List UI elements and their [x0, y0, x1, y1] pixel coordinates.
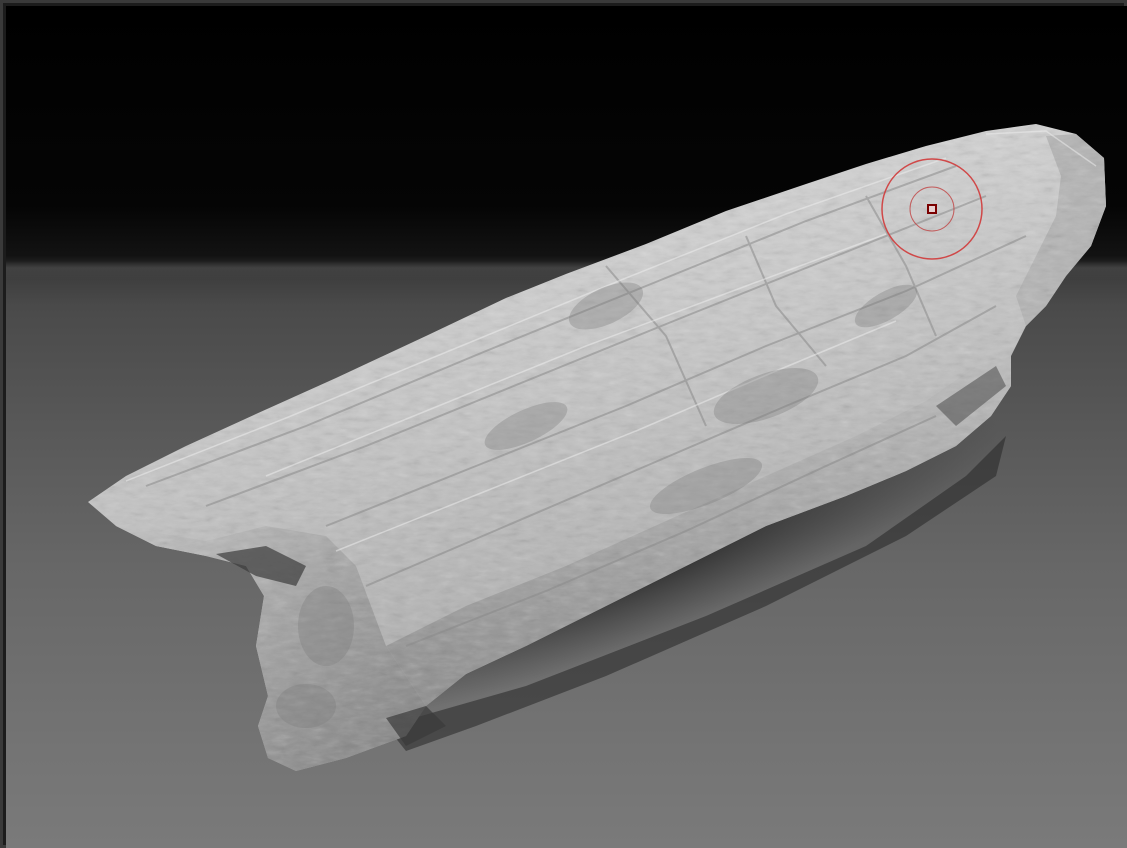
brush-center-dot — [927, 204, 937, 214]
rock-surface-detail — [88, 124, 1106, 771]
rock-model[interactable] — [6, 6, 1127, 848]
sculpt-viewport[interactable] — [6, 6, 1127, 848]
viewport-canvas[interactable] — [6, 6, 1127, 848]
window-frame — [0, 0, 1127, 848]
